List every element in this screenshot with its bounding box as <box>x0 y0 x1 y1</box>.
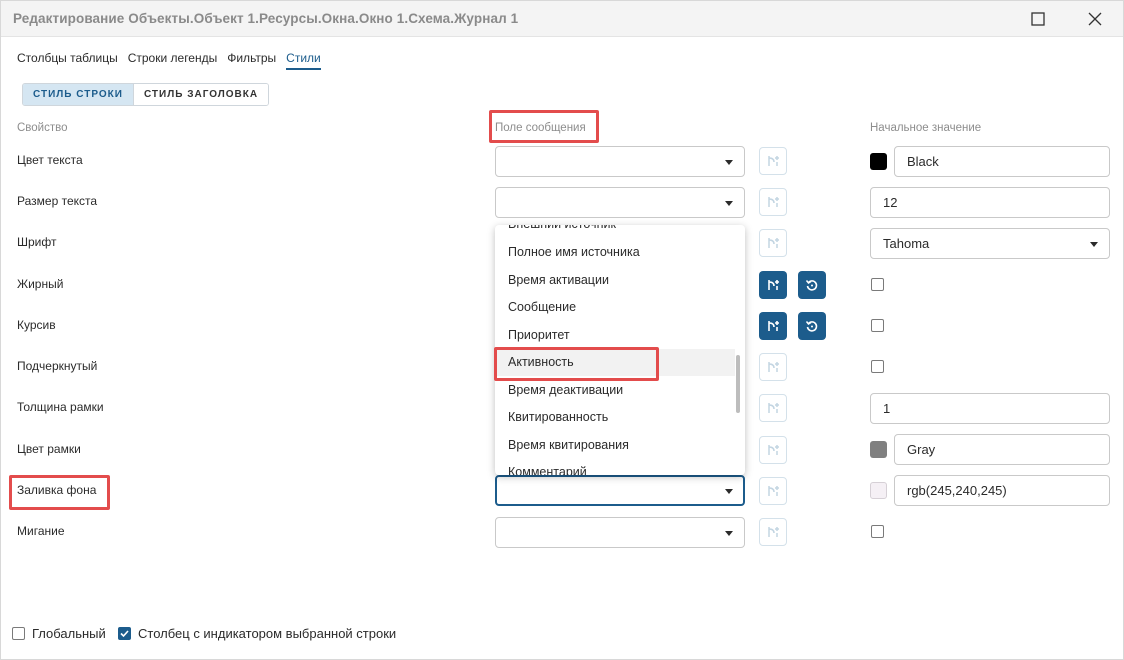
dropdown-item[interactable]: Квитированность <box>495 404 735 431</box>
property-label-border-width: Толщина рамки <box>17 400 104 414</box>
dropdown-item[interactable]: Время активации <box>495 267 735 294</box>
link-icon <box>768 238 779 248</box>
color-swatch-border-color[interactable] <box>870 441 887 458</box>
link-icon <box>768 197 779 207</box>
reset-button-italic[interactable] <box>798 312 826 340</box>
indicator-column-checkbox-label: Столбец с индикатором выбранной строки <box>138 626 397 641</box>
link-icon <box>768 486 779 496</box>
border-color-input[interactable]: Gray <box>894 434 1110 465</box>
checkmark-icon <box>120 630 129 638</box>
link-icon <box>768 445 779 455</box>
reset-icon <box>805 280 818 291</box>
dropdown-item-hovered[interactable]: Активность <box>495 349 735 376</box>
message-field-select-blinking[interactable] <box>495 517 745 548</box>
property-label-text-size: Размер текста <box>17 194 98 208</box>
reset-button-bold[interactable] <box>798 271 826 299</box>
dropdown-item[interactable]: Комментарий <box>495 459 735 475</box>
property-label-underline: Подчеркнутый <box>17 359 98 373</box>
link-icon <box>768 280 779 290</box>
color-swatch-background-fill[interactable] <box>870 482 887 499</box>
maximize-icon <box>1031 12 1045 26</box>
bold-checkbox[interactable] <box>871 278 884 291</box>
background-fill-input[interactable]: rgb(245,240,245) <box>894 475 1110 506</box>
bind-button-text-size[interactable] <box>759 188 787 216</box>
property-label-font: Шрифт <box>17 235 57 249</box>
dropdown-item[interactable]: Сообщение <box>495 294 735 321</box>
style-toggle: СТИЛЬ СТРОКИ СТИЛЬ ЗАГОЛОВКА <box>22 83 270 106</box>
bind-button-border-width[interactable] <box>759 394 787 422</box>
text-color-input[interactable]: Black <box>894 146 1110 177</box>
chevron-down-icon <box>1090 242 1098 247</box>
header-style-button[interactable]: СТИЛЬ ЗАГОЛОВКА <box>133 84 269 105</box>
link-icon <box>768 321 779 331</box>
font-select[interactable]: Tahoma <box>870 228 1110 259</box>
reset-icon <box>805 321 818 332</box>
property-label-bold: Жирный <box>17 277 64 291</box>
message-field-dropdown: Внешний источник Полное имя источника Вр… <box>495 225 745 475</box>
message-field-select-text-size[interactable] <box>495 187 745 218</box>
border-width-input[interactable]: 1 <box>870 393 1110 424</box>
font-select-value: Tahoma <box>883 236 930 251</box>
column-header-initial-value: Начальное значение <box>870 122 982 134</box>
link-icon <box>768 403 779 413</box>
indicator-column-checkbox-box[interactable] <box>118 627 131 640</box>
dropdown-item[interactable]: Приоритет <box>495 322 735 349</box>
underline-checkbox[interactable] <box>871 360 884 373</box>
global-checkbox[interactable]: Глобальный <box>12 626 106 641</box>
title-bar: Редактирование Объекты.Объект 1.Ресурсы.… <box>1 1 1123 37</box>
bind-button-italic[interactable] <box>759 312 787 340</box>
dropdown-item[interactable]: Полное имя источника <box>495 239 735 266</box>
color-swatch-text-color[interactable] <box>870 153 887 170</box>
bind-button-bold[interactable] <box>759 271 787 299</box>
window-title: Редактирование Объекты.Объект 1.Ресурсы.… <box>13 11 519 26</box>
tab-legend-rows[interactable]: Строки легенды <box>128 51 218 70</box>
italic-checkbox[interactable] <box>871 319 884 332</box>
link-icon <box>768 527 779 537</box>
property-label-text-color: Цвет текста <box>17 153 83 167</box>
tab-bar: Столбцы таблицы Строки легенды Фильтры С… <box>17 51 321 70</box>
message-field-select-text-color[interactable] <box>495 146 745 177</box>
tab-table-columns[interactable]: Столбцы таблицы <box>17 51 118 70</box>
property-label-border-color: Цвет рамки <box>17 442 81 456</box>
dropdown-item[interactable]: Внешний источник <box>495 225 735 238</box>
bind-button-border-color[interactable] <box>759 436 787 464</box>
chevron-down-icon <box>725 531 733 536</box>
chevron-down-icon <box>725 160 733 165</box>
dialog-window: Редактирование Объекты.Объект 1.Ресурсы.… <box>0 0 1124 660</box>
bind-button-underline[interactable] <box>759 353 787 381</box>
property-label-blinking: Мигание <box>17 524 65 538</box>
text-size-input[interactable]: 12 <box>870 187 1110 218</box>
close-button[interactable] <box>1082 7 1108 31</box>
global-checkbox-label: Глобальный <box>32 626 106 641</box>
row-style-button[interactable]: СТИЛЬ СТРОКИ <box>23 84 134 105</box>
bind-button-text-color[interactable] <box>759 147 787 175</box>
column-header-message-field: Поле сообщения <box>495 122 586 134</box>
dropdown-item[interactable]: Время деактивации <box>495 377 735 404</box>
global-checkbox-box[interactable] <box>12 627 25 640</box>
bind-button-background-fill[interactable] <box>759 477 787 505</box>
bind-button-font[interactable] <box>759 229 787 257</box>
link-icon <box>768 156 779 166</box>
tab-styles[interactable]: Стили <box>286 51 321 70</box>
message-field-select-background-fill[interactable] <box>495 475 745 506</box>
bind-button-blinking[interactable] <box>759 518 787 546</box>
chevron-down-icon <box>725 201 733 206</box>
maximize-button[interactable] <box>1025 7 1051 31</box>
blinking-checkbox[interactable] <box>871 525 884 538</box>
property-label-background-fill: Заливка фона <box>17 483 97 497</box>
dropdown-scrollbar[interactable] <box>736 355 740 413</box>
indicator-column-checkbox[interactable]: Столбец с индикатором выбранной строки <box>118 626 396 641</box>
link-icon <box>768 362 779 372</box>
chevron-down-icon <box>725 489 733 494</box>
dropdown-item[interactable]: Время квитирования <box>495 432 735 459</box>
tab-filters[interactable]: Фильтры <box>227 51 276 70</box>
close-icon <box>1088 12 1102 26</box>
property-label-italic: Курсив <box>17 318 56 332</box>
column-header-property: Свойство <box>17 122 68 134</box>
